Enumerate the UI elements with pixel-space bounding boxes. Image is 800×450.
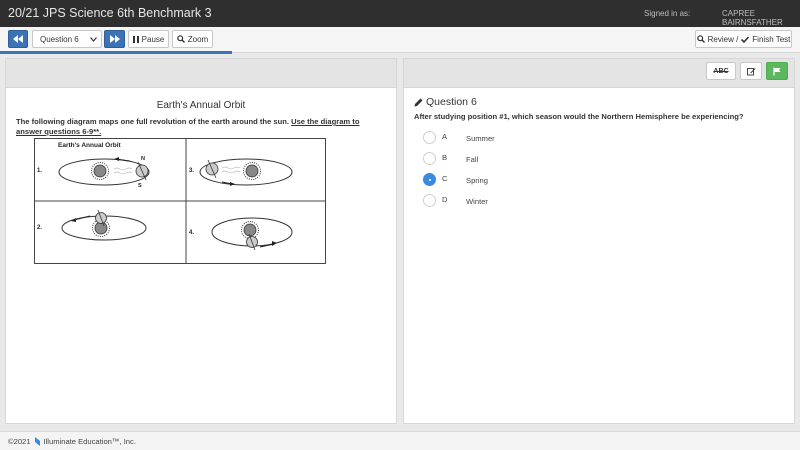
passage-text: The following diagram maps one full revo… xyxy=(16,117,386,136)
copyright-text: ©2021 xyxy=(8,436,31,446)
radio-button-selected[interactable] xyxy=(423,173,436,186)
choice-text: Winter xyxy=(466,197,488,206)
finish-label: Finish Test xyxy=(752,34,791,44)
position-label-4: 4. xyxy=(189,230,194,236)
question-select[interactable]: Question 6 xyxy=(32,30,102,48)
top-bar: 20/21 JPS Science 6th Benchmark 3 Signed… xyxy=(0,0,800,27)
company-name: Illuminate Education™, Inc. xyxy=(43,436,136,446)
notes-tool-button[interactable] xyxy=(740,62,762,80)
zoom-label: Zoom xyxy=(187,34,209,44)
pause-button[interactable]: Pause xyxy=(128,30,169,48)
question-text: After studying position #1, which season… xyxy=(414,112,744,121)
question-select-value: Question 6 xyxy=(40,34,79,44)
choice-letter: B xyxy=(442,153,448,162)
search-icon xyxy=(696,35,705,43)
diagram-title: Earth's Annual Orbit xyxy=(58,142,122,149)
north-label: N xyxy=(141,156,145,162)
strikethrough-tool-button[interactable]: ABC xyxy=(706,62,736,80)
chevron-down-icon xyxy=(90,36,97,42)
choice-letter: C xyxy=(442,174,448,183)
position-label-3: 3. xyxy=(189,168,194,174)
test-title: 20/21 JPS Science 6th Benchmark 3 xyxy=(8,6,212,20)
sun-icon xyxy=(243,162,261,180)
progress-bar xyxy=(0,51,232,54)
rewind-icon xyxy=(13,35,23,43)
choice-text: Fall xyxy=(466,155,479,164)
next-question-button[interactable] xyxy=(104,30,125,48)
check-icon xyxy=(741,35,750,43)
passage-title: Earth's Annual Orbit xyxy=(156,100,246,111)
passage-panel-header xyxy=(6,59,396,88)
fast-forward-icon xyxy=(109,35,120,43)
abc-strikethrough-icon: ABC xyxy=(713,67,729,75)
user-name: CAPREE BAIRNSFATHER xyxy=(722,9,783,27)
previous-question-button[interactable] xyxy=(8,30,28,48)
sun-icon xyxy=(91,162,109,180)
search-icon xyxy=(176,35,185,43)
position-label-1: 1. xyxy=(37,168,42,174)
flag-icon xyxy=(773,67,781,75)
pencil-icon xyxy=(414,98,423,106)
radio-button[interactable] xyxy=(423,131,436,144)
flag-button[interactable] xyxy=(766,62,788,80)
south-label: S xyxy=(138,183,142,189)
passage-text-plain: The following diagram maps one full revo… xyxy=(16,117,289,126)
question-heading: Question 6 xyxy=(414,96,477,108)
pause-icon xyxy=(132,35,139,43)
zoom-button[interactable]: Zoom xyxy=(172,30,213,48)
radio-button[interactable] xyxy=(423,152,436,165)
question-number: Question 6 xyxy=(426,96,477,108)
choice-text: Spring xyxy=(466,176,488,185)
orbit-diagram: Earth's Annual Orbit 1. 3. 2. 4. N S xyxy=(34,138,326,264)
edit-icon xyxy=(746,67,756,75)
signed-in-label: Signed in as: xyxy=(644,9,691,18)
choice-letter: D xyxy=(442,195,448,204)
review-finish-button[interactable]: Review / Finish Test xyxy=(695,30,792,48)
choice-letter: A xyxy=(442,132,448,141)
illuminate-logo-icon xyxy=(34,436,40,446)
review-label: Review / xyxy=(707,34,739,44)
pause-label: Pause xyxy=(141,34,165,44)
radio-button[interactable] xyxy=(423,194,436,207)
position-label-2: 2. xyxy=(37,225,42,231)
footer: ©2021 Illuminate Education™, Inc. xyxy=(0,431,800,450)
choice-text: Summer xyxy=(466,134,495,143)
